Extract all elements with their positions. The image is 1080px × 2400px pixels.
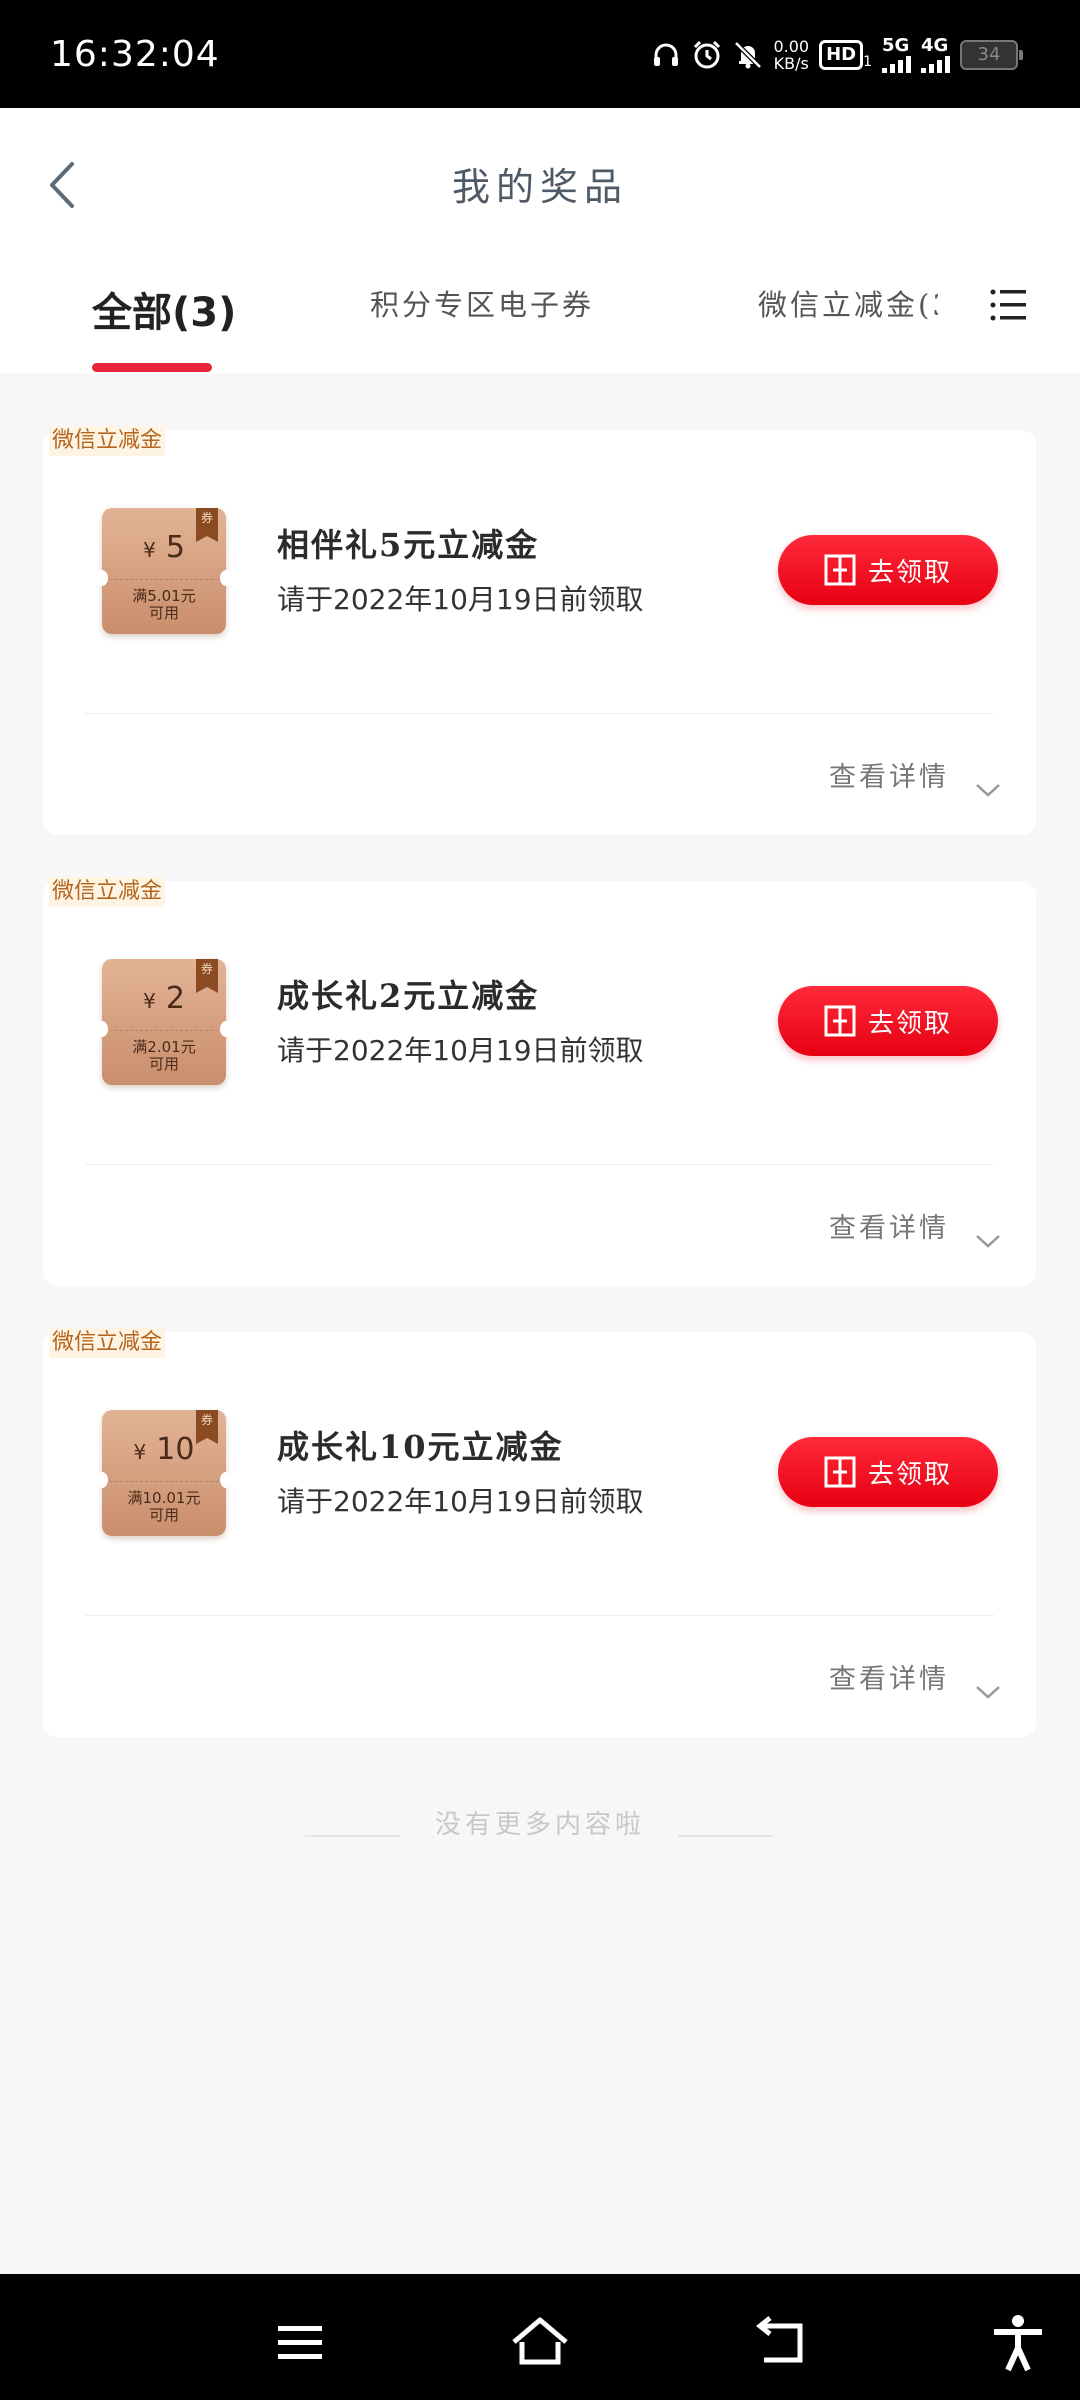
page-header: 我的奖品 [0,108,1080,268]
coupon-condition: 满5.01元 可用 [102,588,226,622]
view-details-link[interactable]: 查看详情 [829,755,949,794]
signal-5g-label: 5G [882,35,910,56]
list-icon [990,289,1026,321]
nav-home-button[interactable] [510,2312,570,2372]
alarm-icon [691,39,723,71]
coupon-notch [96,1472,108,1488]
claim-button[interactable]: 去领取 [778,1437,998,1507]
claim-button-label: 去领取 [867,1459,952,1490]
coupon-notch [96,570,108,586]
coupon-threshold: 满2.01元 [132,1038,196,1056]
card-tag: 微信立减金 [49,1328,166,1358]
prize-card: 微信立减金券 ¥2 满2.01元 可用 成长礼2元立减金 请于2022年10月19日前领取… [43,877,1036,1286]
coupon-value: 10 [156,1432,195,1467]
nav-back-button[interactable] [750,2312,810,2372]
tab-wechat-discount[interactable]: 微信立减金(3 [758,282,938,324]
coupon-value: 5 [165,530,185,565]
chevron-down-icon[interactable] [974,1682,1002,1702]
prize-name: 相伴礼5元立减金 [277,526,540,564]
nav-accessibility-button[interactable] [988,2312,1048,2372]
no-more-content: 没有更多内容啦 [0,1800,1080,1840]
coupon-thumbnail: 券 ¥5 满5.01元 可用 [96,508,232,634]
tab-points-coupons[interactable]: 积分专区电子券 [370,282,594,324]
hd-sub: 1 [863,54,872,70]
accessibility-icon [994,2315,1042,2372]
battery-icon: 34 [960,40,1023,70]
prize-deadline: 请于2022年10月19日前领取 [277,583,644,616]
card-tag: 微信立减金 [49,426,166,456]
chevron-down-icon[interactable] [974,780,1002,800]
view-details-link[interactable]: 查看详情 [829,1206,949,1245]
hd-label: HD [819,40,864,70]
coupon-notch [220,1472,232,1488]
prize-name: 成长礼10元立减金 [277,1428,564,1466]
net-speed-unit: KB/s [773,54,809,73]
gift-icon [824,1005,856,1037]
divider-right [678,1835,773,1837]
coupon-usable: 可用 [148,1506,179,1524]
coupon-notch [96,1021,108,1037]
status-icons: 0.00 KB/s HD 1 5G 4G 34 [651,30,1023,80]
tab-all[interactable]: 全部(3) [92,280,236,338]
net-speed: 0.00 KB/s [773,38,809,72]
prize-card: 微信立减金券 ¥10 满10.01元 可用 成长礼10元立减金 请于2022年10月19日… [43,1328,1036,1737]
view-details-link[interactable]: 查看详情 [829,1657,949,1696]
prize-card: 微信立减金券 ¥5 满5.01元 可用 相伴礼5元立减金 请于2022年10月19日前领取… [43,426,1036,835]
coupon-condition: 满10.01元 可用 [102,1490,226,1524]
signal-5g-icon: 5G [882,37,911,73]
coupon-thumbnail: 券 ¥10 满10.01元 可用 [96,1410,232,1536]
coupon-threshold: 满5.01元 [132,587,196,605]
coupon-divider [110,579,218,580]
coupon-divider [110,1481,218,1482]
coupon-thumbnail: 券 ¥2 满2.01元 可用 [96,959,232,1085]
coupon-usable: 可用 [148,604,179,622]
tab-bar: 全部(3) 积分专区电子券 微信立减金(3 [0,268,1080,373]
gift-icon [824,1456,856,1488]
system-nav-bar [0,2274,1080,2400]
claim-button-label: 去领取 [867,557,952,588]
no-more-text: 没有更多内容啦 [434,1810,645,1840]
signal-4g-icon: 4G [921,37,950,73]
coupon-amount: ¥2 [102,981,226,1016]
claim-button[interactable]: 去领取 [778,535,998,605]
page-title: 我的奖品 [451,165,628,209]
tab-active-indicator [92,363,212,372]
gift-icon [824,554,856,586]
coupon-amount: ¥5 [102,530,226,565]
status-time: 16:32:04 [50,34,220,75]
card-divider [85,713,994,714]
signal-4g-label: 4G [921,35,949,56]
headphones-icon [651,40,681,70]
card-divider [85,1164,994,1165]
currency-symbol: ¥ [143,538,156,562]
coupon-condition: 满2.01元 可用 [102,1039,226,1073]
home-icon [512,2317,568,2365]
coupon-threshold: 满10.01元 [127,1489,201,1507]
status-bar: 16:32:04 0.00 KB/s HD 1 5G 4G 34 [0,0,1080,108]
coupon-amount: ¥10 [102,1432,226,1467]
mute-icon [733,40,763,70]
tab-menu-button[interactable] [990,288,1026,322]
coupon-usable: 可用 [148,1055,179,1073]
prize-deadline: 请于2022年10月19日前领取 [277,1485,644,1518]
prize-name: 成长礼2元立减金 [277,977,540,1015]
coupon-divider [110,1030,218,1031]
hd-indicator: HD 1 [819,40,872,70]
claim-button-label: 去领取 [867,1008,952,1039]
card-tag: 微信立减金 [49,877,166,907]
currency-symbol: ¥ [133,1440,147,1464]
coupon-notch [220,1021,232,1037]
coupon-notch [220,570,232,586]
prize-deadline: 请于2022年10月19日前领取 [277,1034,644,1067]
chevron-down-icon[interactable] [974,1231,1002,1251]
nav-menu-button[interactable] [270,2312,330,2372]
coupon-value: 2 [165,981,185,1016]
menu-icon [278,2326,322,2359]
card-divider [85,1615,994,1616]
back-arrow-icon [755,2316,803,2363]
claim-button[interactable]: 去领取 [778,986,998,1056]
currency-symbol: ¥ [143,989,156,1013]
